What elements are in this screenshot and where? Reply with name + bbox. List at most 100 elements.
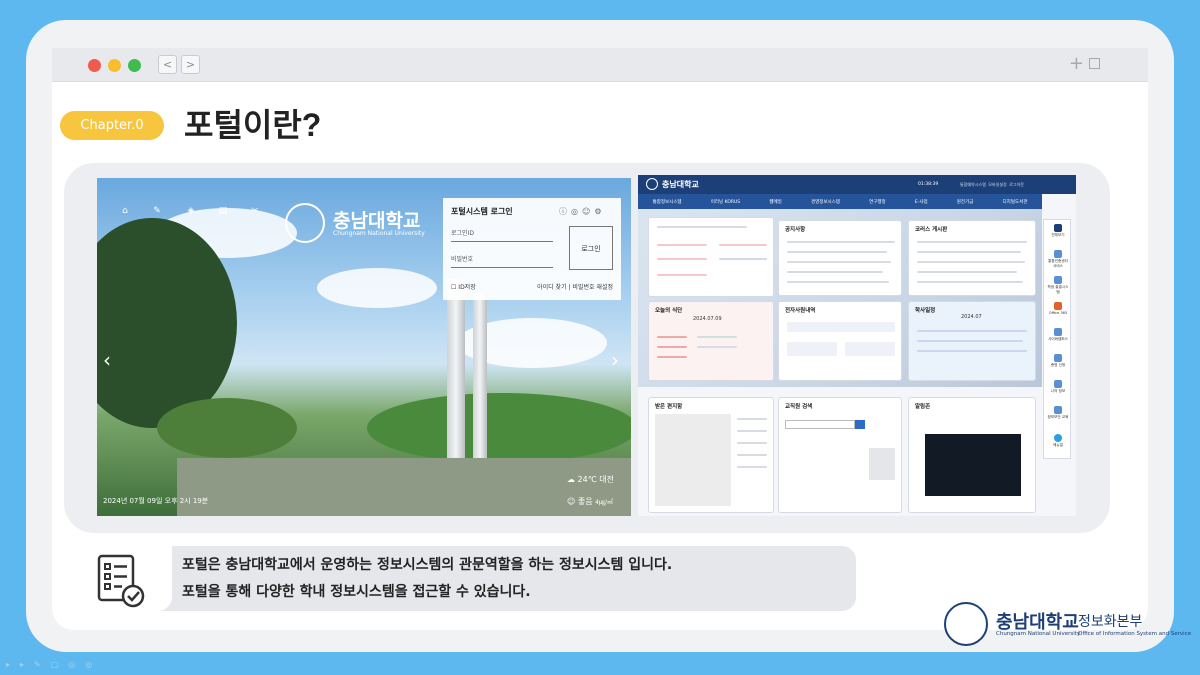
schedule-date: 2024.07 bbox=[961, 314, 982, 320]
meal-date: 2024.07.09 bbox=[693, 316, 722, 322]
window-square-icon[interactable] bbox=[1089, 58, 1100, 69]
nav-item[interactable]: 웹메일 bbox=[769, 199, 781, 205]
alarm-banner[interactable] bbox=[925, 434, 1021, 496]
description-line-2: 포털을 통해 다양한 학내 정보시스템을 접근할 수 있습니다. bbox=[182, 584, 531, 600]
dust-label: 좋음 bbox=[577, 497, 593, 506]
account-links[interactable]: 아이디 찾기 | 비밀번호 재설정 bbox=[537, 282, 613, 291]
panel-title: 전자사원내역 bbox=[785, 308, 816, 314]
nav-item[interactable]: E-사업 bbox=[915, 199, 928, 205]
maximize-dot-icon[interactable] bbox=[128, 59, 141, 72]
plus-icon[interactable]: + bbox=[1069, 53, 1084, 74]
cnu-seal-icon bbox=[285, 203, 325, 243]
password-input[interactable]: 비밀번호 bbox=[451, 252, 553, 268]
tower bbox=[447, 278, 465, 458]
save-id-checkbox[interactable]: ☐ ID저장 bbox=[451, 282, 476, 291]
nav-item[interactable]: 연구행정 bbox=[869, 199, 886, 205]
session-time: 01:38:39 bbox=[918, 182, 939, 187]
description-box: 포털은 충남대학교에서 운영하는 정보시스템의 관문역할을 하는 정보시스템 입… bbox=[158, 546, 856, 611]
presentation-controls[interactable]: ▸▸✎▢◎◎ bbox=[6, 660, 102, 669]
panel-title: 받은 편지함 bbox=[655, 404, 683, 410]
event-panel: 전자사원내역 bbox=[778, 301, 902, 381]
login-button[interactable]: 로그인 bbox=[569, 226, 613, 270]
nav-home-icon[interactable]: ⌂ bbox=[111, 206, 139, 216]
login-title: 포털시스템 로그인 bbox=[451, 207, 513, 216]
portal-header: 충남대학교 01:38:39 통합예약시스템 모바일설정 로그아웃 bbox=[638, 175, 1076, 194]
portal-logo-icon bbox=[646, 178, 658, 190]
nav-pen-icon[interactable]: ✎ bbox=[143, 206, 171, 216]
sidebar-item[interactable]: 정보보안 교육 bbox=[1046, 406, 1070, 420]
nav-tools-icon[interactable]: ✂ bbox=[241, 206, 269, 216]
portal-login-screenshot: ⌂ ✎ ◈ ▤ ✂ 충남대학교 Chungnam National Univer… bbox=[97, 178, 631, 516]
login-box: 포털시스템 로그인 ⓘ◎☺⚙ 로그인ID 비밀번호 로그인 ☐ ID저장 아이디… bbox=[443, 198, 621, 300]
weather: ☁ 24℃ 대전 bbox=[567, 474, 614, 485]
search-icon[interactable] bbox=[855, 420, 865, 429]
brand-sub: Chungnam National University bbox=[333, 230, 425, 237]
sidebar-item[interactable]: Office 365 bbox=[1046, 302, 1070, 315]
alarm-panel: 알림존 bbox=[908, 397, 1036, 513]
browser-titlebar: < > + bbox=[52, 48, 1148, 82]
nav-item[interactable]: 통합정보시스템 bbox=[653, 199, 682, 205]
close-dot-icon[interactable] bbox=[88, 59, 101, 72]
plaza bbox=[177, 458, 631, 516]
minimize-dot-icon[interactable] bbox=[108, 59, 121, 72]
cloud bbox=[317, 268, 437, 308]
mail-panel: 받은 편지함 bbox=[648, 397, 774, 513]
datetime: 2024년 07월 09일 오후 2시 19분 bbox=[103, 497, 209, 505]
footer-department: 정보화본부 bbox=[1078, 614, 1143, 630]
notice-panel: 공지사항 bbox=[778, 220, 902, 296]
description-line-1: 포털은 충남대학교에서 운영하는 정보시스템의 관문역할을 하는 정보시스템 입… bbox=[182, 557, 673, 573]
panel-title: 공지사항 bbox=[785, 227, 806, 233]
sidebar-item[interactable]: 전체보기 bbox=[1046, 224, 1070, 238]
mail-list-blurred bbox=[655, 414, 731, 506]
weather-text: 24℃ 대전 bbox=[577, 475, 614, 484]
sidebar-item[interactable]: 메뉴얼 bbox=[1046, 434, 1070, 448]
nav-item[interactable]: 경영정보시스템 bbox=[811, 199, 840, 205]
nav-item[interactable]: 이러닝 KORUS bbox=[711, 199, 740, 205]
sidebar-item[interactable]: 학생 출결시스템 bbox=[1046, 276, 1070, 295]
panel-title: 교직원 검색 bbox=[785, 404, 813, 410]
forward-arrow-icon[interactable]: > bbox=[181, 55, 200, 74]
cnu-seal-icon bbox=[944, 602, 988, 646]
checklist-icon bbox=[97, 554, 145, 608]
portal-nav: 통합정보시스템 이러닝 KORUS 웹메일 경영정보시스템 연구행정 E-사업 … bbox=[638, 194, 1042, 209]
nav-layers-icon[interactable]: ◈ bbox=[177, 206, 205, 216]
top-links[interactable]: 통합예약시스템 모바일설정 로그아웃 bbox=[960, 182, 1024, 188]
footer-university-en: Chungnam National University bbox=[996, 631, 1081, 637]
login-toolbar-icons[interactable]: ⓘ◎☺⚙ bbox=[559, 206, 606, 217]
quick-sidebar: 전체보기 통합인증센터 서비스 학생 출결시스템 Office 365 사이버캠… bbox=[1043, 219, 1071, 459]
avatar bbox=[869, 448, 895, 480]
schedule-panel: 학사일정 2024.07 bbox=[908, 301, 1036, 381]
slide-prev-icon[interactable]: ‹ bbox=[103, 348, 111, 372]
cloud-icon: ☁ bbox=[567, 475, 575, 484]
sidebar-item[interactable]: 나의 정보 bbox=[1046, 380, 1070, 394]
save-id-label: ID저장 bbox=[458, 284, 476, 291]
panel-title: 알림존 bbox=[915, 404, 931, 410]
sidebar-item[interactable]: 통합인증센터 서비스 bbox=[1046, 250, 1070, 269]
panel-title: 학사일정 bbox=[915, 308, 936, 314]
slide-next-icon[interactable]: › bbox=[611, 348, 619, 372]
portal-main-screenshot: 충남대학교 01:38:39 통합예약시스템 모바일설정 로그아웃 통합정보시스… bbox=[638, 175, 1076, 516]
panel-title: 오늘의 식단 bbox=[655, 308, 683, 314]
nav-item[interactable]: 디지털도서관 bbox=[1003, 199, 1028, 205]
page-title: 포털이란? bbox=[184, 107, 322, 143]
tower bbox=[473, 293, 487, 458]
chapter-badge: Chapter.0 bbox=[60, 111, 164, 140]
sidebar-item[interactable]: 사이버캠퍼스 bbox=[1046, 328, 1070, 342]
nav-item[interactable]: 원전기금 bbox=[957, 199, 974, 205]
sidebar-item[interactable]: 증명 신청 bbox=[1046, 354, 1070, 368]
portal-brand: 충남대학교 bbox=[662, 180, 699, 189]
korus-panel: 코러스 게시판 bbox=[908, 220, 1036, 296]
staff-search-panel: 교직원 검색 bbox=[778, 397, 902, 513]
dust-value: 4㎍/㎥ bbox=[595, 499, 614, 506]
personal-panel bbox=[648, 217, 774, 297]
staff-search-input[interactable] bbox=[785, 420, 855, 429]
bush bbox=[157, 398, 297, 458]
back-arrow-icon[interactable]: < bbox=[158, 55, 177, 74]
fine-dust: ☺ 좋음 4㎍/㎥ bbox=[567, 496, 613, 507]
footer-department-en: Office of Information System and Service bbox=[1078, 631, 1192, 637]
panel-title: 코러스 게시판 bbox=[915, 227, 948, 233]
dust-icon: ☺ bbox=[567, 497, 576, 506]
brand-name: 충남대학교 bbox=[333, 210, 421, 232]
nav-book-icon[interactable]: ▤ bbox=[209, 206, 237, 216]
id-input[interactable]: 로그인ID bbox=[451, 226, 553, 242]
